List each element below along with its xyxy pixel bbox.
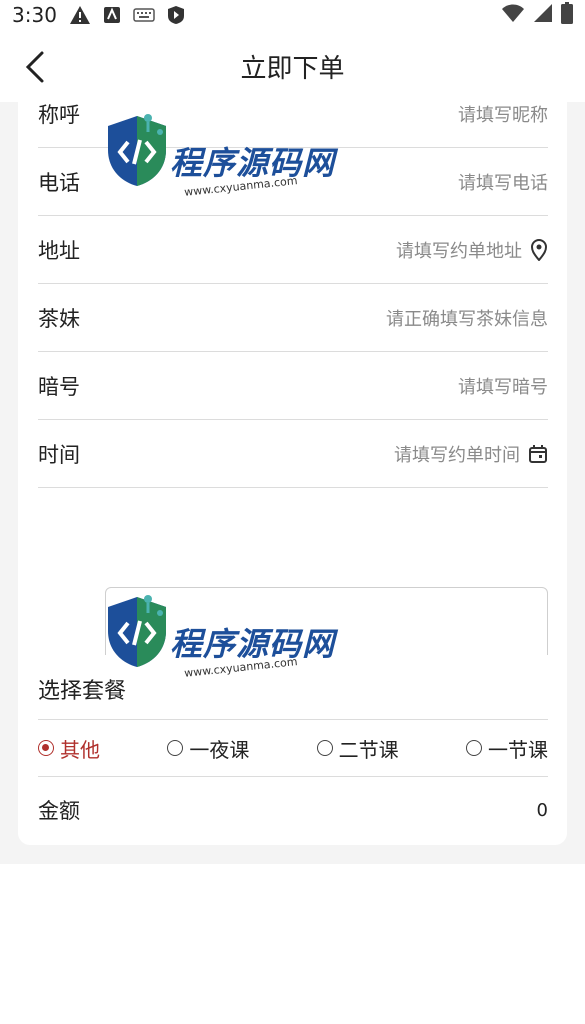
amount-row: 金额 0 — [38, 795, 548, 825]
back-arrow-icon[interactable] — [22, 50, 50, 84]
keyboard-icon — [133, 8, 155, 22]
notification-icons — [69, 5, 185, 25]
radio-unchecked-icon — [167, 740, 184, 756]
code-input[interactable]: 请填写暗号 — [458, 373, 548, 399]
tea-girl-input[interactable]: 请正确填写茶妹信息 — [386, 305, 548, 331]
package-radio-group: 其他 一夜课 二节课 一节课 — [38, 719, 548, 777]
order-form-card: 称呼 请填写昵称 电话 请填写电话 地址 请填写约单地址 茶妹 请正确填写茶妹信… — [18, 102, 567, 738]
play-shield-icon — [167, 6, 184, 24]
calendar-icon[interactable] — [528, 444, 548, 464]
form-row-nickname[interactable]: 称呼 请填写昵称 — [38, 102, 548, 148]
system-icons — [501, 2, 573, 24]
signal-icon — [534, 4, 552, 22]
radio-unchecked-icon — [316, 740, 333, 756]
time-label: 时间 — [38, 442, 80, 467]
location-icon[interactable] — [530, 238, 548, 261]
amount-value: 0 — [536, 799, 548, 821]
app-notification-icon — [103, 7, 120, 23]
phone-input[interactable]: 请填写电话 — [458, 169, 548, 195]
status-bar: 3:30 — [0, 0, 585, 30]
form-row-tea-girl[interactable]: 茶妹 请正确填写茶妹信息 — [38, 284, 548, 352]
amount-label: 金额 — [38, 799, 80, 823]
time-input[interactable]: 请填写约单时间 — [394, 441, 548, 467]
warning-icon — [69, 6, 90, 24]
radio-option-one-session[interactable]: 一节课 — [465, 734, 548, 763]
package-title: 选择套餐 — [38, 679, 127, 704]
radio-option-two-sessions[interactable]: 二节课 — [316, 734, 399, 763]
order-content: 称呼 请填写昵称 电话 请填写电话 地址 请填写约单地址 茶妹 请正确填写茶妹信… — [0, 102, 585, 864]
nickname-label: 称呼 — [38, 102, 80, 127]
radio-option-other[interactable]: 其他 — [38, 734, 100, 763]
battery-icon — [561, 2, 573, 24]
radio-unchecked-icon — [465, 740, 482, 756]
phone-label: 电话 — [38, 170, 80, 195]
package-card: 选择套餐 其他 一夜课 二节课 一节课 金额 0 — [18, 655, 567, 845]
code-label: 暗号 — [38, 374, 80, 399]
app-bar: 立即下单 — [0, 30, 585, 102]
address-label: 地址 — [38, 238, 80, 263]
tea-girl-label: 茶妹 — [38, 306, 80, 331]
form-row-address[interactable]: 地址 请填写约单地址 — [38, 216, 548, 284]
page-title: 立即下单 — [240, 53, 345, 84]
radio-option-overnight[interactable]: 一夜课 — [167, 734, 249, 763]
nickname-input[interactable]: 请填写昵称 — [458, 102, 548, 127]
wifi-icon — [502, 4, 524, 22]
address-input[interactable]: 请填写约单地址 — [396, 237, 548, 263]
radio-checked-icon — [38, 740, 54, 756]
form-row-phone[interactable]: 电话 请填写电话 — [38, 148, 548, 216]
form-row-time[interactable]: 时间 请填写约单时间 — [38, 420, 548, 488]
status-time: 3:30 — [12, 3, 57, 27]
form-row-code[interactable]: 暗号 请填写暗号 — [38, 352, 548, 420]
